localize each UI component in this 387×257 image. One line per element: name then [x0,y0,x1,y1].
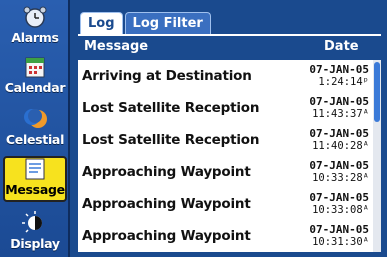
tab-log[interactable]: Log [80,12,123,34]
row-date: 07-JAN-05 [309,159,369,172]
sidebar-item-label: Message [5,182,65,197]
table-header: Message Date [78,34,381,60]
row-message: Lost Satellite Reception [82,100,260,116]
column-header-date: Date [324,39,359,54]
sidebar-item-celestial[interactable]: Celestial [3,104,67,150]
alarm-clock-icon [20,5,50,29]
sidebar-item-message[interactable]: Message [3,156,67,202]
row-time: 11:43:37ᴬ [312,108,369,120]
table-row[interactable]: Lost Satellite Reception 07-JAN-05 11:40… [78,124,373,156]
calendar-icon [20,55,50,79]
row-time: 10:31:30ᴬ [312,236,369,248]
sidebar-item-alarms[interactable]: Alarms [3,2,67,48]
sidebar: Alarms Calendar Celestial Message Displa… [0,0,70,257]
row-message: Approaching Waypoint [82,164,251,180]
sidebar-item-calendar[interactable]: Calendar [3,52,67,98]
sidebar-item-label: Alarms [11,30,59,45]
row-message: Approaching Waypoint [82,196,251,212]
row-message: Arriving at Destination [82,68,252,84]
row-message: Lost Satellite Reception [82,132,260,148]
sidebar-item-label: Celestial [5,132,65,147]
moon-sun-icon [20,107,50,131]
row-date: 07-JAN-05 [309,191,369,204]
row-time: 11:40:28ᴬ [312,140,369,152]
row-time: 10:33:28ᴬ [312,172,369,184]
row-date: 07-JAN-05 [309,127,369,140]
message-icon [20,157,50,181]
column-header-message: Message [84,39,149,54]
sidebar-item-label: Display [10,236,60,251]
table-row[interactable]: Arriving at Destination 07-JAN-05 1:24:1… [78,60,373,92]
row-time: 10:33:08ᴬ [312,204,369,216]
table-row[interactable]: Approaching Waypoint 07-JAN-05 10:33:28ᴬ [78,156,373,188]
sidebar-item-display[interactable]: Display [3,208,67,254]
sidebar-item-label: Calendar [4,80,66,95]
row-message: Approaching Waypoint [82,228,251,244]
tab-log-filter[interactable]: Log Filter [124,12,211,34]
message-log-list: Arriving at Destination 07-JAN-05 1:24:1… [78,60,381,252]
table-row[interactable]: Approaching Waypoint 07-JAN-05 10:31:30ᴬ [78,220,373,252]
row-date: 07-JAN-05 [309,95,369,108]
scrollbar[interactable] [373,60,381,252]
table-row[interactable]: Approaching Waypoint 07-JAN-05 10:33:08ᴬ [78,188,373,220]
tab-bar: Log Log Filter [80,12,213,34]
display-icon [20,211,50,235]
message-panel: Log Log Filter Message Date Arriving at … [72,0,387,257]
row-date: 07-JAN-05 [309,63,369,76]
table-row[interactable]: Lost Satellite Reception 07-JAN-05 11:43… [78,92,373,124]
row-time: 1:24:14ᵖ [318,76,369,88]
row-date: 07-JAN-05 [309,223,369,236]
scrollbar-thumb[interactable] [374,62,380,122]
